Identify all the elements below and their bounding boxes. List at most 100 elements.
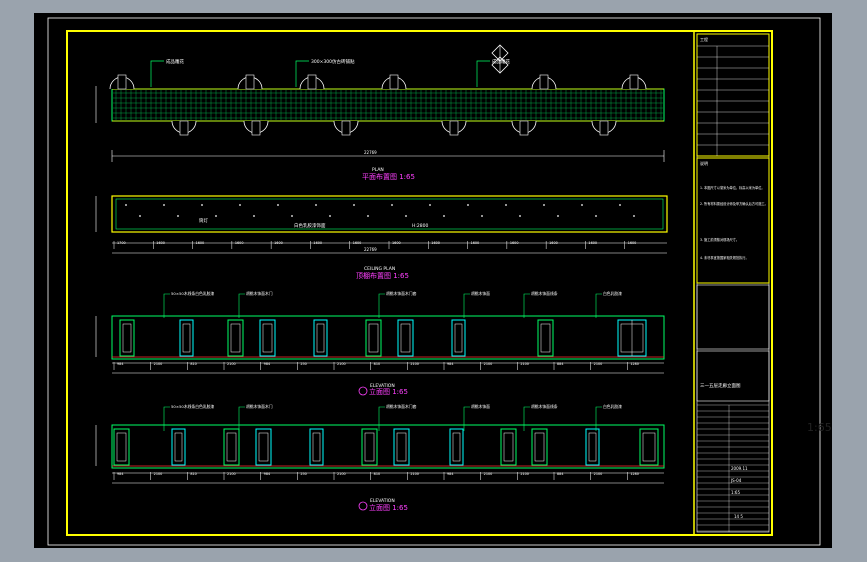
downlight-icon xyxy=(277,204,279,206)
title-block-notes-box xyxy=(696,157,770,284)
dimension-label: 810 xyxy=(190,472,196,476)
dimension-label: 984 xyxy=(117,362,123,366)
drawing-frame xyxy=(66,30,773,536)
title-block[interactable]: 工程 说明 1. 本图尺寸以毫米为单位，标高以米为单位。 2. 所有材料需经设计… xyxy=(696,33,770,533)
downlight-icon xyxy=(557,215,559,217)
elevation2-title: 立面图 1:65 xyxy=(369,503,408,512)
elevation-view-1[interactable]: 50×50木线条白色乳胶漆 胡桃木饰面木门 胡桃木饰面木门套 胡桃木饰面 胡桃木饰面线条… xyxy=(95,291,665,396)
dimension-label: 2100 xyxy=(594,472,603,476)
ceiling-note-1: 筒灯 xyxy=(199,217,208,224)
dimension-label: 2100 xyxy=(227,472,236,476)
downlight-icon xyxy=(367,215,369,217)
door-elevation xyxy=(397,319,414,357)
door-elevation xyxy=(309,428,324,466)
title-block-project-box xyxy=(696,33,770,157)
downlight-icon xyxy=(353,204,355,206)
elevation2-leaders: 50×50木线条白色乳胶漆 胡桃木饰面木门 胡桃木饰面木门套 胡桃木饰面 胡桃木饰面线条… xyxy=(163,404,622,431)
elevation-note: 50×50木线条白色乳胶漆 xyxy=(171,291,214,296)
door-elevation xyxy=(179,319,194,357)
cad-canvas[interactable]: 成品雕花 300×300仿古砖铺贴 成品雕花 22769 PLAN 平面布置图 … xyxy=(34,13,832,548)
elevation-note: 胡桃木饰面线条 xyxy=(531,404,558,409)
downlight-icon xyxy=(443,215,445,217)
downlight-icon xyxy=(505,204,507,206)
title-block-scale: 1:65 xyxy=(731,490,740,495)
door-elevation xyxy=(119,319,135,357)
ceiling-note-3: H:2800 xyxy=(412,223,428,229)
title-block-note-4: 4. 未尽事宜按国家相关规范执行。 xyxy=(700,255,749,260)
dimension-label: 2100 xyxy=(520,362,529,366)
plan-note-2: 300×300仿古砖铺贴 xyxy=(311,58,355,65)
door-elevation xyxy=(223,428,240,466)
elevation-note: 胡桃木饰面 xyxy=(471,404,490,409)
downlight-icon xyxy=(391,204,393,206)
dimension-label: 1600 xyxy=(353,241,362,245)
elevation-note: 白色乳胶漆 xyxy=(603,291,622,296)
downlight-icon xyxy=(177,215,179,217)
plan-door-swings xyxy=(109,74,647,136)
dimension-label: 2100 xyxy=(484,472,493,476)
dimension-label: 2100 xyxy=(227,362,236,366)
downlight-icon xyxy=(215,215,217,217)
dimension-label: 984 xyxy=(117,472,123,476)
title-block-date: 2009.11 xyxy=(731,466,748,471)
door-elevation xyxy=(365,319,382,357)
elevation2-dimension-labels: 984 2100 810 2100 984 250 2100 810 2100 984 2100 21… xyxy=(113,472,639,480)
dimension-label: 2100 xyxy=(154,472,163,476)
downlight-icon xyxy=(481,215,483,217)
dimension-label: 2100 xyxy=(337,472,346,476)
dimension-label: 1600 xyxy=(588,241,597,245)
elevation2-marker-icon xyxy=(358,501,368,511)
door-elevation xyxy=(585,428,600,466)
ceiling-note-2: 白色乳胶漆饰面 xyxy=(294,222,326,229)
elevation2-wall xyxy=(111,424,665,469)
dimension-label: 1600 xyxy=(431,241,440,245)
elevation1-dimension-labels: 984 2100 810 2100 984 250 2100 810 2100 984 2100 21… xyxy=(113,362,639,370)
plan-tile-band xyxy=(111,88,665,122)
door-elevation xyxy=(259,319,276,357)
dimension-label: 2100 xyxy=(154,362,163,366)
door-elevation xyxy=(451,319,466,357)
drawing-viewport[interactable]: 成品雕花 300×300仿古砖铺贴 成品雕花 22769 PLAN 平面布置图 … xyxy=(34,13,832,548)
ceiling-total-dim: 22769 xyxy=(364,247,377,252)
downlight-icon xyxy=(519,215,521,217)
plan-view[interactable]: 成品雕花 300×300仿古砖铺贴 成品雕花 22769 PLAN 平面布置图 … xyxy=(95,44,665,181)
dimension-label: 1600 xyxy=(235,241,244,245)
dimension-label: 810 xyxy=(374,472,380,476)
door-elevation xyxy=(449,428,464,466)
dimension-label: 1280 xyxy=(630,362,639,366)
elevation2-doors xyxy=(113,428,659,466)
downlight-icon xyxy=(581,204,583,206)
dimension-label: 2100 xyxy=(410,362,419,366)
dimension-label: 1600 xyxy=(274,241,283,245)
ceiling-view[interactable]: 筒灯 白色乳胶漆饰面 H:2800 1700 1600 1600 1600 1600 16… xyxy=(95,195,668,280)
downlight-icon xyxy=(467,204,469,206)
downlight-icon xyxy=(163,204,165,206)
dimension-label: 984 xyxy=(264,472,270,476)
dimension-label: 1600 xyxy=(313,241,322,245)
elevation1-title: 立面图 1:65 xyxy=(369,387,408,396)
dimension-label: 1600 xyxy=(392,241,401,245)
plan-title: 平面布置图 1:65 xyxy=(362,172,415,181)
dimension-label: 1280 xyxy=(630,472,639,476)
dimension-label: 810 xyxy=(190,362,196,366)
title-block-page-no: 14 5 xyxy=(734,514,743,519)
title-block-grid xyxy=(697,45,769,156)
elevation-note: 胡桃木饰面木门套 xyxy=(386,291,417,296)
downlight-icon xyxy=(595,215,597,217)
elevation1-leaders: 50×50木线条白色乳胶漆 胡桃木饰面木门 胡桃木饰面木门套 胡桃木饰面 胡桃木饰面线条… xyxy=(163,291,622,318)
title-block-note-1: 1. 本图尺寸以毫米为单位，标高以米为单位。 xyxy=(700,185,765,190)
door-elevation xyxy=(531,428,548,466)
downlight-icon xyxy=(253,215,255,217)
dimension-label: 984 xyxy=(264,362,270,366)
dimension-label: 2100 xyxy=(520,472,529,476)
door-elevation xyxy=(361,428,378,466)
dimension-label: 1600 xyxy=(510,241,519,245)
door-elevation xyxy=(639,428,659,466)
elevation-view-2[interactable]: 50×50木线条白色乳胶漆 胡桃木饰面木门 胡桃木饰面木门套 胡桃木饰面 胡桃木饰面线条… xyxy=(95,404,665,512)
downlight-icon xyxy=(543,204,545,206)
elevation-note: 胡桃木饰面木门套 xyxy=(386,404,417,409)
title-block-sheet-no: JS-04 xyxy=(730,478,742,483)
downlight-icon xyxy=(329,215,331,217)
north-arrow-icon xyxy=(491,44,509,74)
dimension-label: 2100 xyxy=(337,362,346,366)
